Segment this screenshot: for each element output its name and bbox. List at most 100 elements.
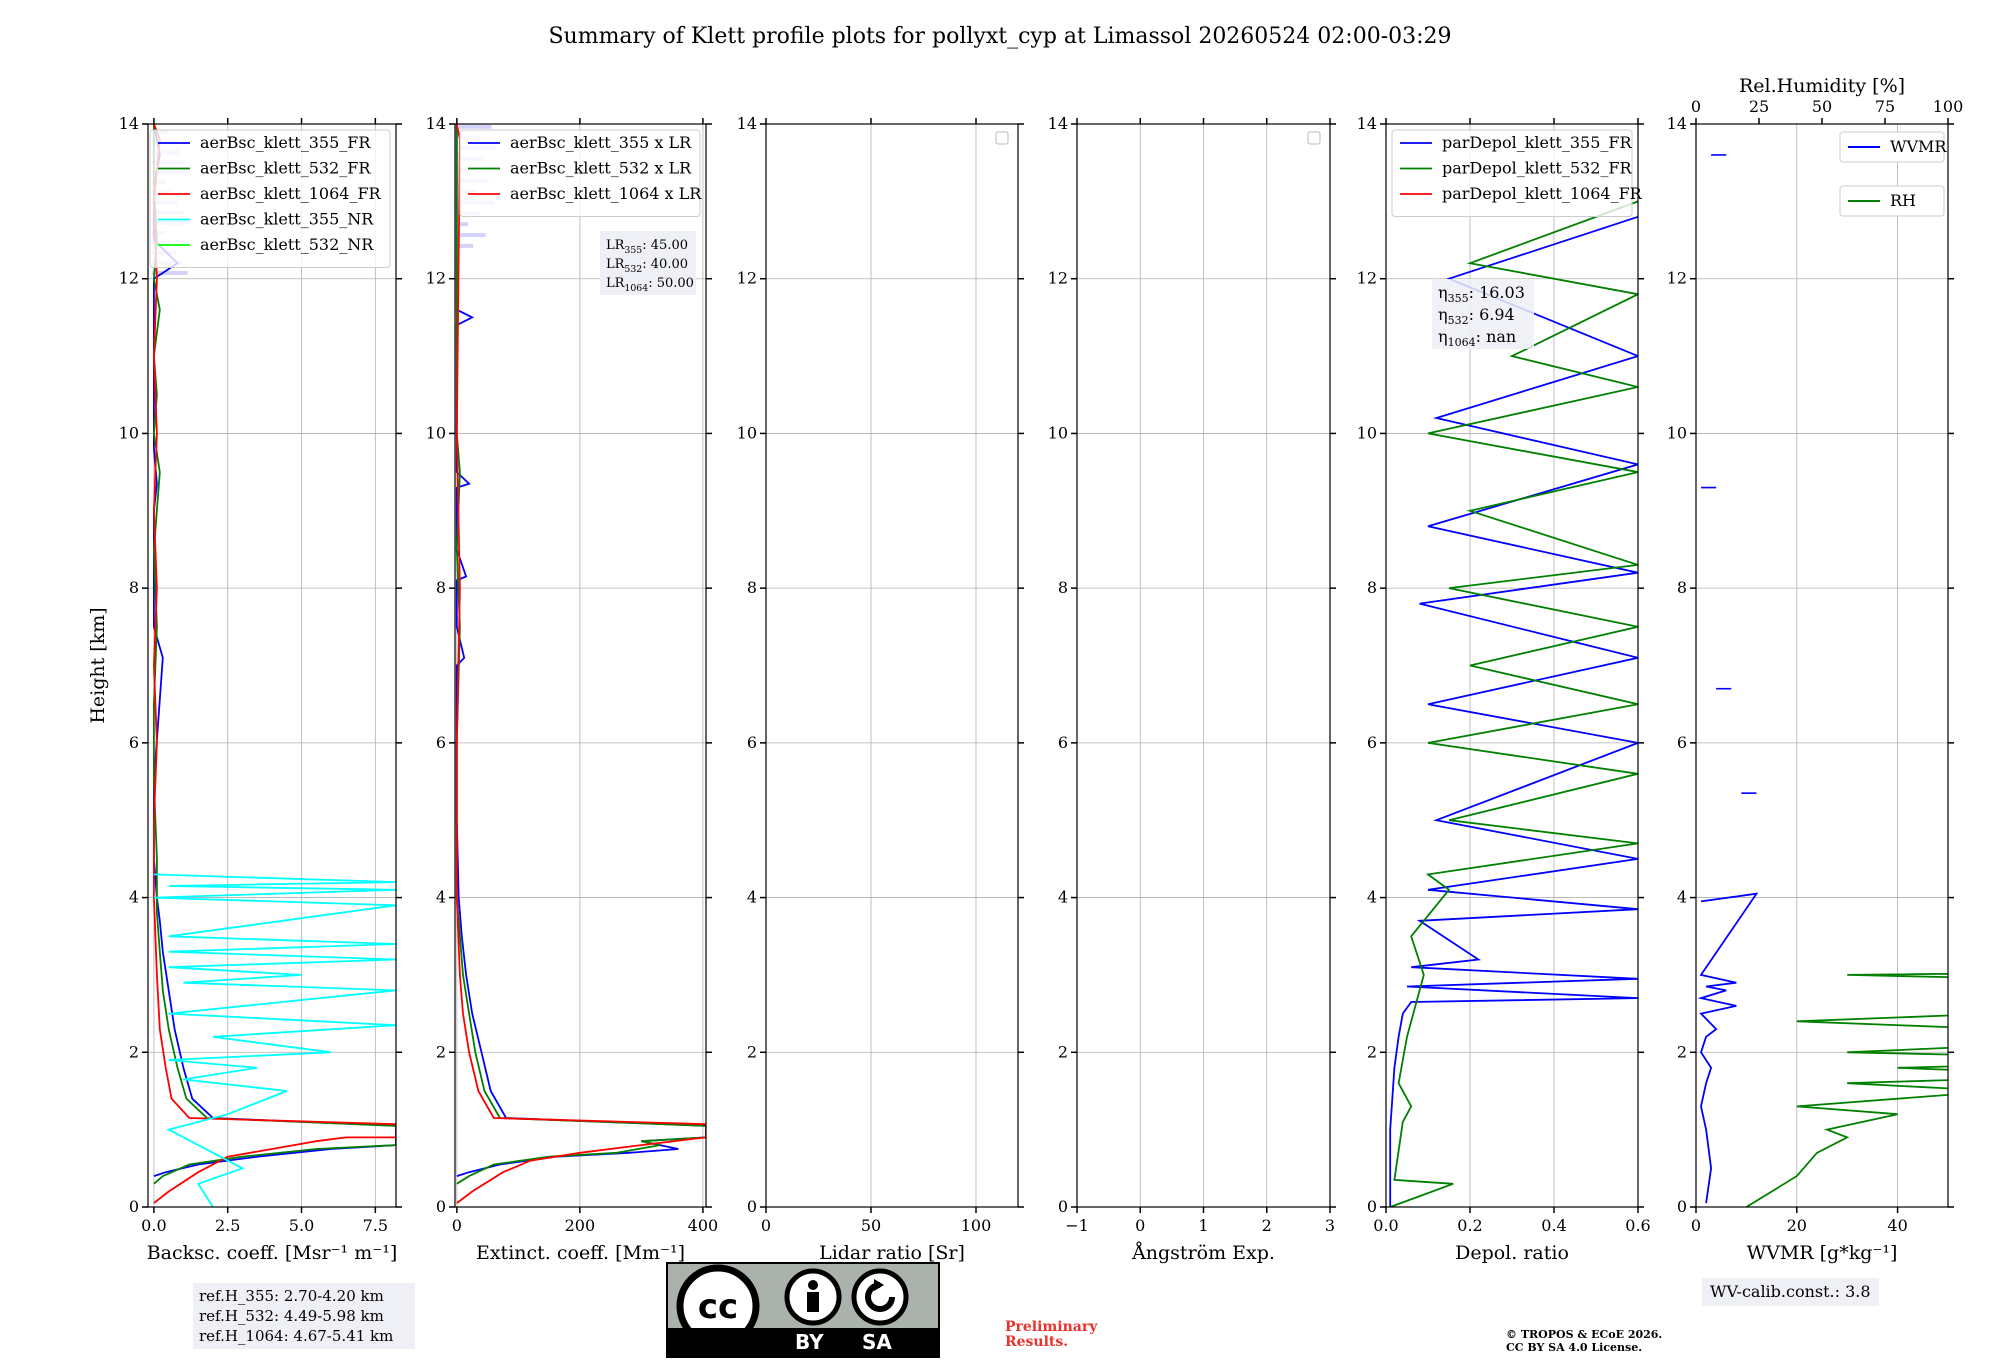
x-axis-label: Backsc. coeff. [Msr⁻¹ m⁻¹]: [147, 1242, 398, 1264]
legend-label: parDepol_klett_1064_FR: [1442, 184, 1643, 203]
axes-frame: [765, 123, 1019, 1208]
legend-label: aerBsc_klett_532 x LR: [510, 159, 692, 178]
series-aerBsc_klett_532_FR: [152, 124, 396, 1185]
legend-label: aerBsc_klett_1064_FR: [200, 184, 382, 203]
series-aerBsc_klett_1064_FR: [152, 124, 396, 1204]
y-tick-label: 2: [1677, 1042, 1687, 1061]
y-tick-label: 10: [1048, 423, 1068, 442]
copyright-line-1: © TROPOS & ECoE 2026.: [1506, 1328, 1663, 1341]
legend-label: WVMR: [1890, 137, 1947, 156]
y-tick-label: 2: [1367, 1042, 1377, 1061]
legend-label: aerBsc_klett_1064 x LR: [510, 184, 702, 203]
y-tick-label: 8: [1058, 578, 1068, 597]
x-tick-label: 0: [1135, 1216, 1145, 1235]
x-tick-label: 0.0: [1373, 1216, 1398, 1235]
y-tick-label: 6: [1058, 733, 1068, 752]
x-tick-label: 0: [1691, 1216, 1701, 1235]
panel-extinction: 0 2 4 6 8 10 12 14 0 200 400Extinct. coeff. [Mm⁻¹]…: [426, 114, 719, 1264]
sa-share-icon: [851, 1268, 909, 1326]
y-tick-label: 0: [1367, 1197, 1377, 1216]
x-axis-label: WVMR [g*kg⁻¹]: [1747, 1242, 1898, 1264]
x-tick-label: 2.5: [215, 1216, 240, 1235]
y-tick-label: 10: [737, 423, 757, 442]
y-tick-label: 4: [1058, 888, 1068, 907]
ref-height-532: ref.H_532: 4.49-5.98 km: [199, 1307, 384, 1325]
y-tick-label: 8: [1367, 578, 1377, 597]
series-RH: [1745, 972, 1948, 1207]
x-tick-label: 0: [452, 1216, 462, 1235]
y-tick-label: 2: [436, 1042, 446, 1061]
x-axis-label: Depol. ratio: [1455, 1242, 1569, 1264]
legend-label: aerBsc_klett_532_NR: [200, 235, 374, 254]
y-tick-label: 6: [1677, 733, 1687, 752]
preliminary-results-note: Preliminary Results.: [1005, 1320, 1097, 1350]
y-tick-label: 4: [1677, 888, 1687, 907]
y-tick-label: 14: [1357, 114, 1377, 133]
legend-label: aerBsc_klett_355 x LR: [510, 133, 692, 152]
y-tick-label: 0: [129, 1197, 139, 1216]
series-aerBsc_klett_355_NR: [153, 873, 396, 1207]
figure-canvas: Summary of Klett profile plots for polly…: [87, 24, 1964, 1264]
x-tick-label: 7.5: [363, 1216, 388, 1235]
x2-tick-label: 100: [1933, 97, 1964, 116]
x-tick-label: 400: [688, 1216, 719, 1235]
legend-label: parDepol_klett_532_FR: [1442, 159, 1633, 178]
empty-legend-box: [995, 131, 1009, 145]
y-tick-label: 8: [436, 578, 446, 597]
y-tick-label: 8: [747, 578, 757, 597]
y-tick-label: 10: [119, 423, 139, 442]
panel-lidar-ratio: 0 2 4 6 8 10 12 14 0 50 100 Lidar ratio [Sr]: [737, 114, 1024, 1264]
x-tick-label: 40: [1887, 1216, 1907, 1235]
y-tick-label: 4: [436, 888, 446, 907]
x2-axis-label: Rel.Humidity [%]: [1739, 75, 1905, 97]
x-tick-label: 20: [1787, 1216, 1807, 1235]
panel-backscatter: 0 2 4 6 8 10 12 14 0.0 2.5 5.0 7.5 Backsc. coeff. [M…: [87, 114, 402, 1264]
ref-height-355: ref.H_355: 2.70-4.20 km: [199, 1287, 384, 1305]
wv-calibration-box: WV-calib.const.: 3.8: [1702, 1278, 1879, 1306]
y-tick-label: 12: [1667, 269, 1687, 288]
y-tick-label: 8: [129, 578, 139, 597]
wv-calibration-text: WV-calib.const.: 3.8: [1710, 1282, 1871, 1301]
x-tick-label: 3: [1325, 1216, 1335, 1235]
legend-label: aerBsc_klett_355_FR: [200, 133, 371, 152]
y-tick-label: 4: [129, 888, 139, 907]
x-tick-label: 0.0: [141, 1216, 166, 1235]
x-tick-label: 0.2: [1457, 1216, 1482, 1235]
cc-letters: cc: [698, 1287, 738, 1327]
cc-badge-band: BY SA: [668, 1328, 938, 1356]
x-axis-label: Extinct. coeff. [Mm⁻¹]: [476, 1242, 685, 1264]
by-label: BY: [795, 1330, 824, 1354]
y-tick-label: 6: [436, 733, 446, 752]
y-tick-label: 14: [426, 114, 446, 133]
y-tick-label: 12: [426, 269, 446, 288]
x2-tick-label: 75: [1875, 97, 1895, 116]
y-tick-label: 12: [119, 269, 139, 288]
y-tick-label: 0: [1677, 1197, 1687, 1216]
x-tick-label: 5.0: [289, 1216, 314, 1235]
y-tick-label: 2: [747, 1042, 757, 1061]
by-person-head: [808, 1280, 818, 1290]
x-axis-label: Ångström Exp.: [1131, 1242, 1275, 1264]
axes-frame: [1695, 123, 1949, 1208]
legend-label: aerBsc_klett_532_FR: [200, 159, 371, 178]
x2-tick-label: 25: [1749, 97, 1769, 116]
cc-license-badge: cc BY SA: [666, 1262, 940, 1358]
legend-label: RH: [1890, 191, 1916, 210]
y-tick-label: 14: [737, 114, 757, 133]
y-tick-label: 6: [1367, 733, 1377, 752]
y-tick-label: 12: [1357, 269, 1377, 288]
legend-label: parDepol_klett_355_FR: [1442, 133, 1633, 152]
x2-tick-label: 50: [1812, 97, 1832, 116]
y-tick-label: 6: [129, 733, 139, 752]
legend-label: aerBsc_klett_355_NR: [200, 210, 374, 229]
preliminary-line-2: Results.: [1005, 1334, 1069, 1350]
x-tick-label: 200: [565, 1216, 596, 1235]
x-tick-label: 2: [1262, 1216, 1272, 1235]
copyright-note: © TROPOS & ECoE 2026. CC BY SA 4.0 Licen…: [1506, 1328, 1662, 1354]
y-tick-label: 12: [1048, 269, 1068, 288]
y-tick-label: 12: [737, 269, 757, 288]
y-tick-label: 0: [747, 1197, 757, 1216]
y-tick-label: 2: [1058, 1042, 1068, 1061]
empty-legend-box: [1307, 131, 1321, 145]
series-parDepol_klett_532_FR: [1389, 200, 1638, 1207]
